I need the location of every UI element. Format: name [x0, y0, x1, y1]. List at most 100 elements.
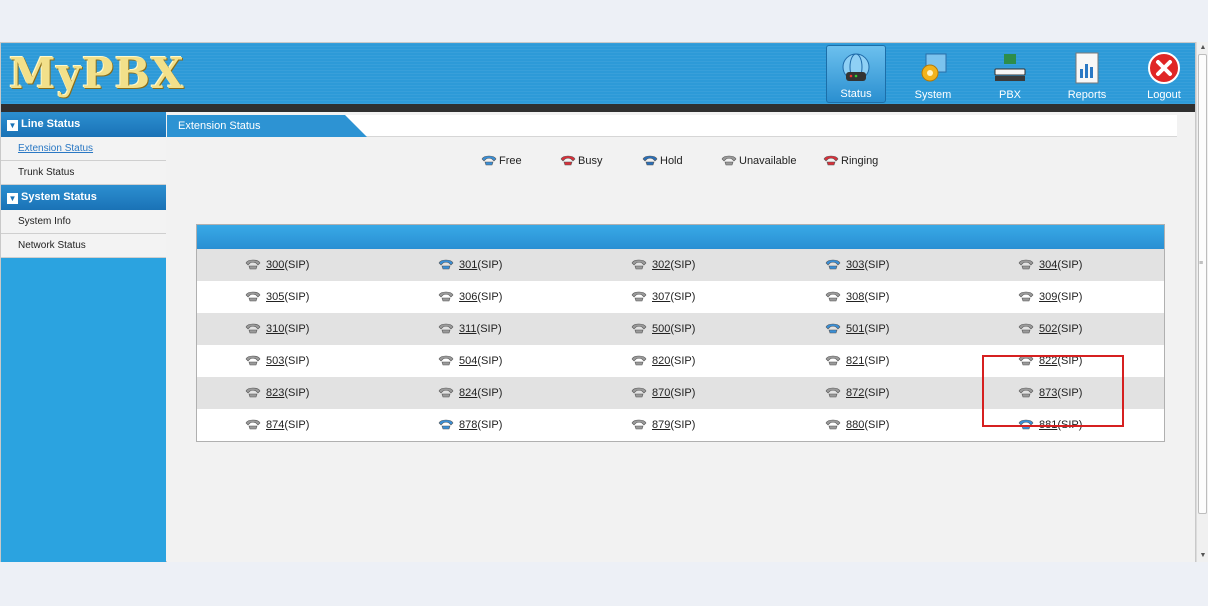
page-scrollbar[interactable]: ▲ ≡ ▼ — [1196, 42, 1208, 562]
sidebar-item-extension-status[interactable]: Extension Status — [1, 137, 166, 161]
extension-link[interactable]: 308 — [846, 291, 864, 303]
phone-unavailable-icon — [245, 259, 266, 271]
extension-link[interactable]: 881 — [1039, 419, 1057, 431]
extension-link[interactable]: 307 — [652, 291, 670, 303]
phone-free-icon — [1018, 419, 1039, 431]
sidebar-section-line-status[interactable]: ▼ Line Status — [1, 112, 166, 137]
extension-cell: 878(SIP) — [438, 409, 502, 441]
extension-link[interactable]: 501 — [846, 323, 864, 335]
extension-type: (SIP) — [477, 355, 503, 367]
nav-reports-label: Reports — [1067, 89, 1107, 101]
phone-unavailable-icon — [825, 419, 846, 431]
extension-link[interactable]: 305 — [266, 291, 284, 303]
extension-link[interactable]: 820 — [652, 355, 670, 367]
extension-type: (SIP) — [477, 291, 503, 303]
sidebar-section-label: System Status — [21, 191, 97, 203]
phone-unavailable-icon — [631, 259, 652, 271]
extension-type: (SIP) — [864, 323, 890, 335]
extension-link[interactable]: 300 — [266, 259, 284, 271]
header-divider — [1, 104, 1195, 112]
sidebar-item-trunk-status[interactable]: Trunk Status — [1, 161, 166, 185]
extension-cell: 302(SIP) — [631, 249, 695, 281]
system-gear-icon — [921, 53, 947, 82]
sidebar: ▼ Line Status Extension Status Trunk Stat… — [1, 112, 166, 562]
extension-link[interactable]: 880 — [846, 419, 864, 431]
nav-pbx-button[interactable]: PBX — [980, 45, 1040, 103]
extension-link[interactable]: 870 — [652, 387, 670, 399]
extension-type: (SIP) — [670, 259, 696, 271]
extension-link[interactable]: 304 — [1039, 259, 1057, 271]
table-row: 823(SIP) 824(SIP) 870(SIP) 872(SIP) 873(SIP) — [197, 377, 1164, 409]
extension-link[interactable]: 821 — [846, 355, 864, 367]
legend-ringing: Ringing — [823, 154, 878, 167]
nav-status-label: Status — [840, 88, 872, 100]
extension-type: (SIP) — [1057, 355, 1083, 367]
phone-unavailable-icon — [631, 323, 652, 335]
phone-unavailable-icon — [245, 291, 266, 303]
extension-type: (SIP) — [1057, 419, 1083, 431]
scroll-down-arrow-icon[interactable]: ▼ — [1197, 550, 1208, 562]
phone-unavailable-icon — [631, 355, 652, 367]
phone-unavailable-icon — [438, 323, 459, 335]
extension-link[interactable]: 302 — [652, 259, 670, 271]
extension-cell: 870(SIP) — [631, 377, 695, 409]
extension-cell: 300(SIP) — [245, 249, 309, 281]
extension-link[interactable]: 303 — [846, 259, 864, 271]
extension-link[interactable]: 823 — [266, 387, 284, 399]
sidebar-item-system-info[interactable]: System Info — [1, 210, 166, 234]
extension-link[interactable]: 504 — [459, 355, 477, 367]
extension-link[interactable]: 873 — [1039, 387, 1057, 399]
table-row: 503(SIP) 504(SIP) 820(SIP) 821(SIP) 822(SIP) — [197, 345, 1164, 377]
nav-system-button[interactable]: System — [903, 45, 963, 103]
extension-link[interactable]: 301 — [459, 259, 477, 271]
extension-link[interactable]: 874 — [266, 419, 284, 431]
phone-unavailable-icon — [1018, 355, 1039, 367]
extension-type: (SIP) — [477, 259, 503, 271]
table-row: 310(SIP) 311(SIP) 500 (SIP) 501(SIP) 502(SIP) — [197, 313, 1164, 345]
extension-cell: 502(SIP) — [1018, 313, 1082, 345]
extension-link[interactable]: 879 — [652, 419, 670, 431]
phone-unavailable-icon — [825, 355, 846, 367]
phone-busy-icon — [560, 155, 578, 167]
extension-link[interactable]: 311 — [459, 323, 477, 335]
extension-link[interactable]: 306 — [459, 291, 477, 303]
extension-cell: 504(SIP) — [438, 345, 502, 377]
table-row: 305(SIP) 306(SIP) 307(SIP) 308(SIP) 309(SIP) — [197, 281, 1164, 313]
extension-type: (SIP) — [477, 419, 503, 431]
extension-link[interactable]: 500 — [652, 323, 670, 335]
extension-cell: 307(SIP) — [631, 281, 695, 313]
extension-type: (SIP) — [670, 291, 696, 303]
tab-extension-status[interactable]: Extension Status — [167, 115, 367, 137]
extension-link[interactable]: 309 — [1039, 291, 1057, 303]
extension-link[interactable]: 878 — [459, 419, 477, 431]
extension-type: (SIP) — [864, 387, 890, 399]
extension-link[interactable]: 502 — [1039, 323, 1057, 335]
extension-link[interactable]: 310 — [266, 323, 284, 335]
status-globe-icon — [842, 53, 870, 81]
extension-cell: 311(SIP) — [438, 313, 502, 345]
phone-unavailable-icon — [825, 387, 846, 399]
nav-logout-button[interactable]: Logout — [1134, 45, 1194, 103]
extension-cell: 304(SIP) — [1018, 249, 1082, 281]
extension-cell: 310(SIP) — [245, 313, 309, 345]
extension-cell: 881(SIP) — [1018, 409, 1082, 441]
extension-rows: 300(SIP) 301(SIP) 302(SIP) 303(SIP) 304(SIP)… — [197, 249, 1164, 441]
extension-link[interactable]: 872 — [846, 387, 864, 399]
scroll-up-arrow-icon[interactable]: ▲ — [1197, 42, 1208, 54]
scroll-thumb[interactable] — [1198, 54, 1207, 514]
extension-cell: 821(SIP) — [825, 345, 889, 377]
extension-type: (SIP) — [864, 291, 890, 303]
extension-link[interactable]: 824 — [459, 387, 477, 399]
scroll-grip-icon: ≡ — [1199, 260, 1204, 267]
extension-link[interactable]: 822 — [1039, 355, 1057, 367]
extension-type: (SIP) — [1057, 259, 1083, 271]
extension-cell: 501(SIP) — [825, 313, 889, 345]
legend-label: Busy — [578, 155, 603, 167]
sidebar-section-system-status[interactable]: ▼ System Status — [1, 185, 166, 210]
nav-reports-button[interactable]: Reports — [1057, 45, 1117, 103]
phone-free-icon — [438, 419, 459, 431]
nav-status-button[interactable]: Status — [826, 45, 886, 103]
phone-unavailable-icon — [631, 387, 652, 399]
extension-link[interactable]: 503 — [266, 355, 284, 367]
sidebar-item-network-status[interactable]: Network Status — [1, 234, 166, 258]
